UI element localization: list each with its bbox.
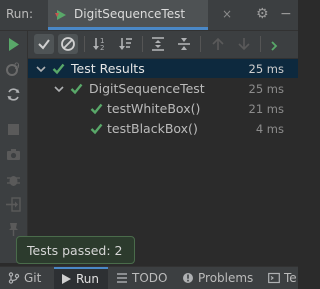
tree-row-time: 4 ms <box>255 122 284 136</box>
tab-git[interactable]: Git <box>0 267 50 289</box>
bottom-toolwindow-bar: Git Run TODO Problems Te <box>0 266 298 289</box>
next-failed-test-button[interactable] <box>234 34 254 54</box>
run-label: Run: <box>6 7 34 21</box>
problems-icon <box>183 273 193 283</box>
test-results-tree: Test Results 25 ms DigitSequenceTest 25 … <box>28 59 298 263</box>
tab-digitsequencetest[interactable]: DigitSequenceTest × <box>48 0 232 30</box>
chevron-down-icon[interactable] <box>54 84 64 94</box>
show-passed-button[interactable] <box>34 34 54 54</box>
debug-icon[interactable] <box>5 171 22 188</box>
chevron-down-icon[interactable] <box>36 64 46 74</box>
check-icon <box>70 83 83 95</box>
check-icon <box>90 123 103 135</box>
tab-problems-label: Problems <box>198 271 254 285</box>
camera-icon[interactable] <box>5 146 22 163</box>
toolbar-separator <box>142 36 143 52</box>
toolbar-separator <box>200 36 201 52</box>
sort-alpha-icon: 1 2 <box>93 37 104 52</box>
run-config-icon <box>55 10 66 20</box>
test-toolbar: 1 2 <box>28 31 298 59</box>
collapse-all-button[interactable] <box>174 34 194 54</box>
tab-terminal-label: Te <box>284 271 297 285</box>
run-sidebar: 9 <box>0 31 28 263</box>
show-passed-icon <box>38 39 50 50</box>
tab-problems[interactable]: Problems <box>178 267 254 289</box>
sort-alphabetically-button[interactable]: 1 2 <box>90 34 110 54</box>
close-icon[interactable]: × <box>222 7 232 21</box>
tree-row-label: testWhiteBox() <box>107 101 201 116</box>
run-toolwindow-header: Run: DigitSequenceTest × ⚙ − <box>0 0 298 31</box>
svg-text:9: 9 <box>14 62 20 72</box>
tab-terminal[interactable]: Te <box>264 267 298 289</box>
tree-row-time: 25 ms <box>248 62 284 76</box>
tree-row-class[interactable]: DigitSequenceTest 25 ms <box>28 79 298 98</box>
collapse-all-icon <box>178 38 190 50</box>
tests-passed-toast[interactable]: Tests passed: 2 <box>16 236 135 264</box>
check-icon <box>90 103 103 115</box>
run-icon <box>62 274 71 284</box>
list-icon <box>117 273 127 283</box>
tab-todo[interactable]: TODO <box>112 267 172 289</box>
toolbar-separator <box>84 36 85 52</box>
tree-row-test-results[interactable]: Test Results 25 ms <box>28 59 298 78</box>
import-tests-icon[interactable] <box>5 196 22 213</box>
tab-run-label: Run <box>76 272 100 286</box>
check-icon <box>52 63 65 75</box>
import-export-icon <box>271 41 278 51</box>
prev-failed-icon <box>212 37 224 50</box>
tree-row-test-method[interactable]: testWhiteBox() 21 ms <box>28 99 298 118</box>
toggle-auto-test-icon[interactable] <box>5 86 22 103</box>
tree-row-test-method[interactable]: testBlackBox() 4 ms <box>28 119 298 138</box>
tab-run[interactable]: Run <box>54 267 108 289</box>
tab-title: DigitSequenceTest <box>74 7 186 21</box>
expand-all-icon <box>152 37 164 51</box>
rerun-failed-icon[interactable]: 9 <box>5 61 22 78</box>
stop-icon[interactable] <box>5 121 22 138</box>
export-results-button[interactable] <box>268 34 288 54</box>
show-ignored-button[interactable] <box>58 34 78 54</box>
tree-row-label: DigitSequenceTest <box>89 81 205 96</box>
tree-row-label: testBlackBox() <box>107 121 198 136</box>
tab-git-label: Git <box>24 271 42 285</box>
svg-text:2: 2 <box>100 44 104 52</box>
terminal-icon <box>268 272 280 284</box>
tree-row-label: Test Results <box>71 61 145 76</box>
toast-text: Tests passed: 2 <box>27 243 123 258</box>
sort-by-duration-button[interactable] <box>116 34 136 54</box>
git-branch-icon <box>8 272 20 284</box>
tree-row-time: 21 ms <box>248 102 284 116</box>
toolbar-separator <box>260 36 261 52</box>
gear-icon[interactable]: ⚙ <box>256 6 269 22</box>
expand-all-button[interactable] <box>148 34 168 54</box>
show-ignored-icon <box>61 37 75 51</box>
sort-duration-icon <box>119 38 132 50</box>
tree-row-time: 25 ms <box>248 82 284 96</box>
tab-todo-label: TODO <box>132 271 168 285</box>
previous-failed-test-button[interactable] <box>208 34 228 54</box>
minimize-icon[interactable]: − <box>280 6 292 22</box>
rerun-icon[interactable] <box>5 36 22 53</box>
next-failed-icon <box>238 38 250 51</box>
